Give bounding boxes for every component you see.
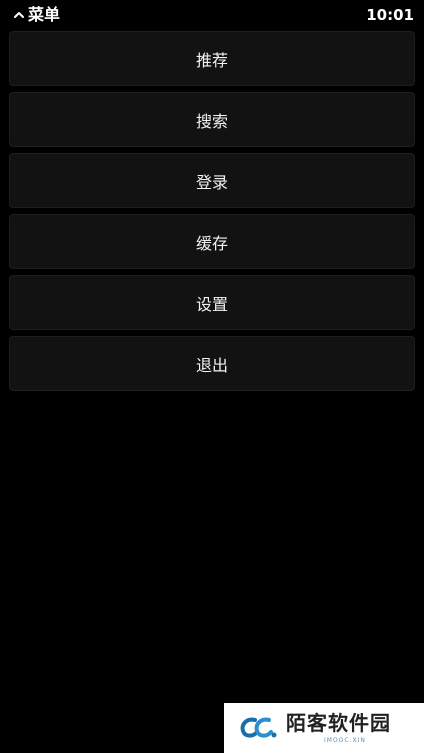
back-button[interactable]: 菜单: [12, 6, 60, 24]
menu-item-exit[interactable]: 退出: [9, 336, 415, 391]
menu-item-cache[interactable]: 缓存: [9, 214, 415, 269]
status-time: 10:01: [366, 6, 414, 24]
watermark-domain: IMOOC.XIN: [324, 737, 366, 744]
menu-item-login[interactable]: 登录: [9, 153, 415, 208]
menu-item-search[interactable]: 搜索: [9, 92, 415, 147]
menu-item-recommend[interactable]: 推荐: [9, 31, 415, 86]
watermark-name: 陌客软件园: [286, 711, 391, 735]
page-title: 菜单: [28, 5, 61, 24]
chevron-up-icon: [12, 8, 26, 22]
menu-list: 推荐 搜索 登录 缓存 设置 退出: [9, 31, 415, 397]
watermark-logo-icon: [239, 714, 279, 740]
watermark: 陌客软件园 IMOOC.XIN: [224, 703, 424, 753]
top-bar: 菜单 10:01: [0, 0, 424, 30]
menu-item-settings[interactable]: 设置: [9, 275, 415, 330]
